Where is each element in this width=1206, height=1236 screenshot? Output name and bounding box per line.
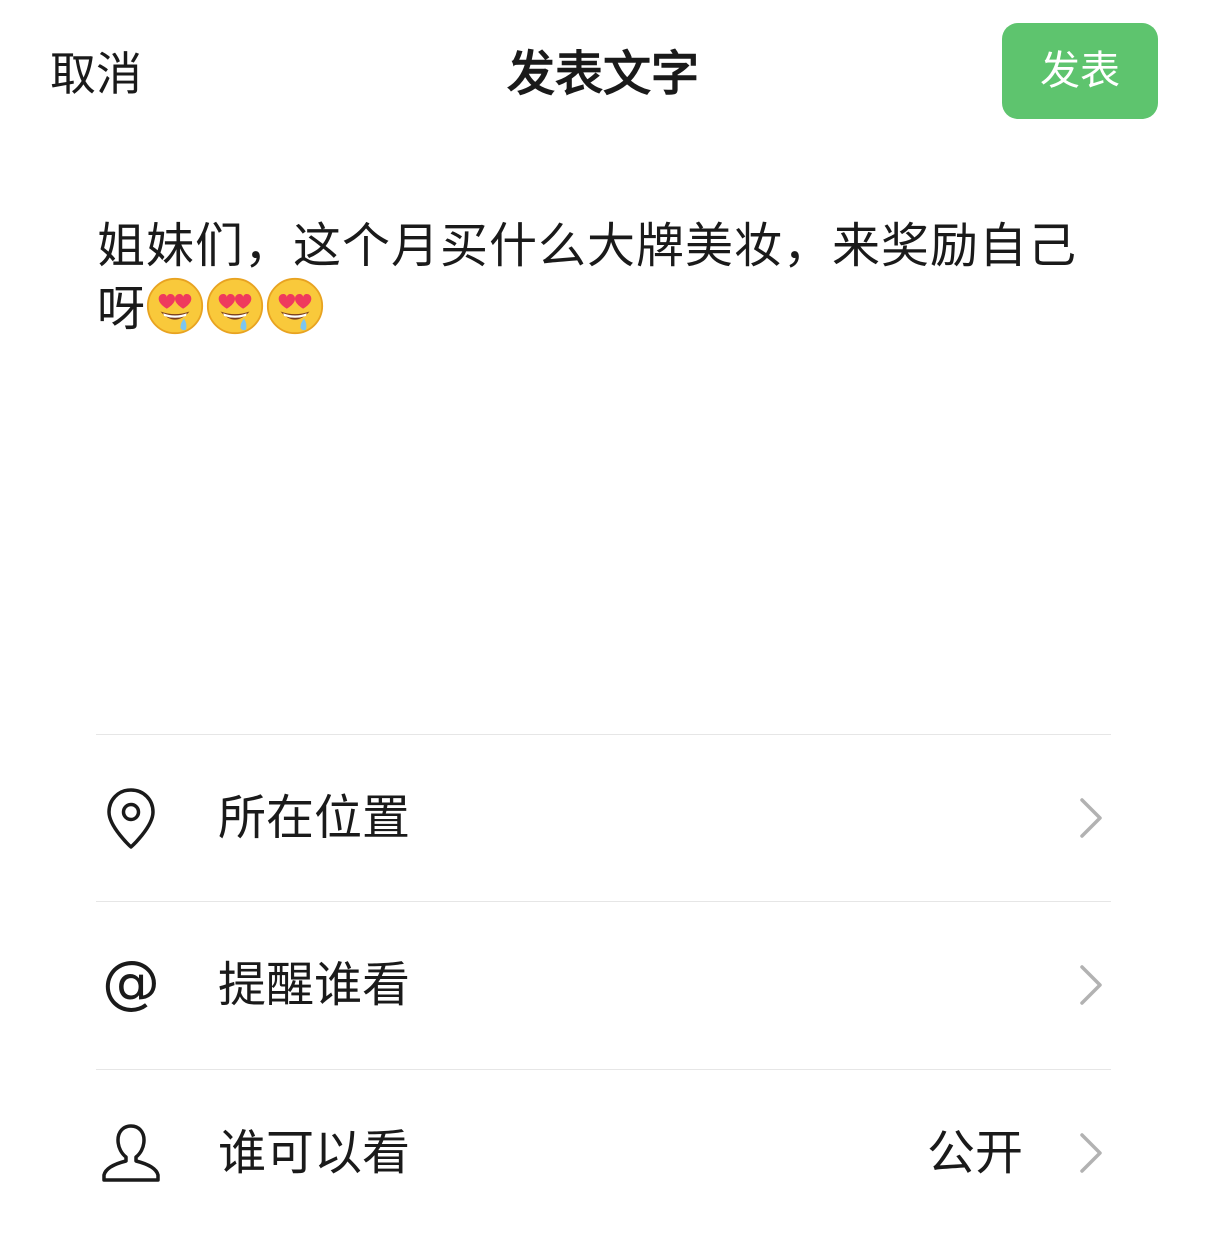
location-pin-icon [107,788,155,849]
heart-eyes-drooling-emoji [266,277,324,335]
publish-button[interactable]: 发表 [1002,23,1158,119]
option-visibility-value: 公开 [926,1125,1023,1181]
heart-eyes-drooling-emoji [206,277,264,335]
option-visibility[interactable]: 谁可以看 公开 [96,1070,1111,1236]
chevron-right-icon [1080,965,1102,1005]
svg-text:@: @ [102,950,160,1016]
top-bar: 取消 发表文字 发表 [0,0,1206,150]
option-location[interactable]: 所在位置 [96,735,1111,901]
person-icon [102,1124,160,1182]
heart-eyes-drooling-emoji [146,277,204,335]
chevron-right-icon [1080,798,1102,838]
chevron-right-icon [1080,1133,1102,1173]
post-text-area[interactable]: 姐妹们，这个月买什么大牌美妆，来奖励自己呀 [97,215,1117,340]
post-emojis [146,277,326,337]
at-sign-icon: @ [102,950,160,1016]
option-location-label: 所在位置 [218,790,411,846]
option-visibility-label: 谁可以看 [218,1125,411,1181]
option-mention[interactable]: @ 提醒谁看 [96,902,1111,1068]
option-mention-label: 提醒谁看 [218,957,411,1013]
